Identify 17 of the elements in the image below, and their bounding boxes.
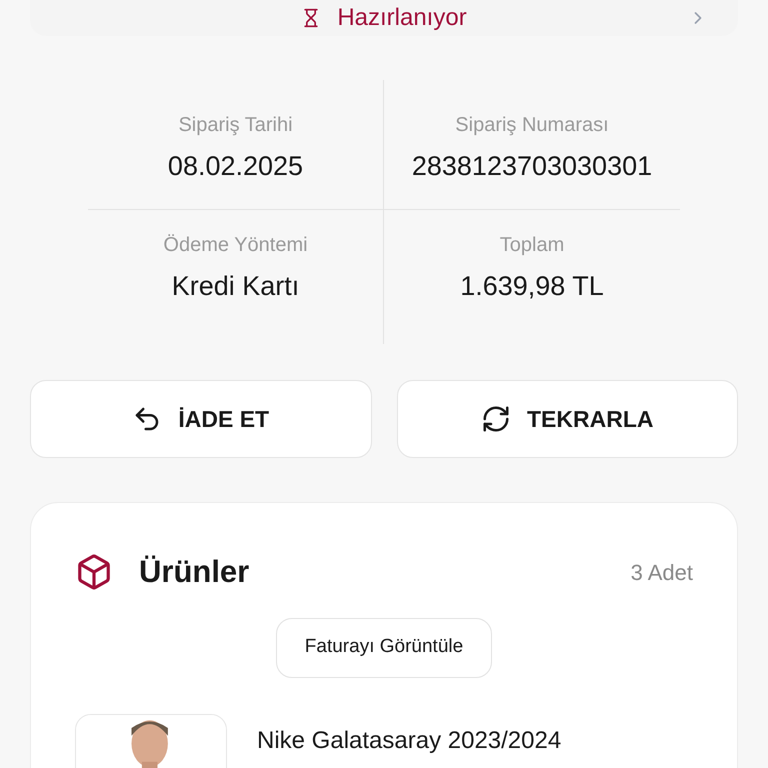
summary-value: 1.639,98 TL (460, 270, 604, 302)
action-button[interactable]: TEKRARLA (396, 380, 738, 458)
refresh-icon (481, 404, 511, 434)
view-invoice-button[interactable]: Faturayı Görüntüle (276, 618, 492, 678)
summary-value: 08.02.2025 (168, 150, 304, 183)
summary-label: Sipariş Numarası (455, 113, 609, 138)
status-text: Hazırlanıyor (337, 3, 467, 33)
summary-label: Toplam (500, 232, 564, 258)
summary-value: Kredi Kartı (172, 270, 300, 302)
package-icon (75, 553, 113, 592)
summary-label: Sipariş Tarihi (178, 113, 293, 138)
summary-label: Ödeme Yöntemi (163, 232, 308, 258)
item-count: 3 Adet (630, 558, 693, 587)
action-button[interactable]: İADE ET (30, 380, 372, 458)
product-name[interactable]: Nike Galatasaray 2023/2024 (257, 726, 562, 768)
summary-value: 2838123703030301 (412, 150, 652, 183)
products-title: Ürünler (139, 553, 250, 591)
